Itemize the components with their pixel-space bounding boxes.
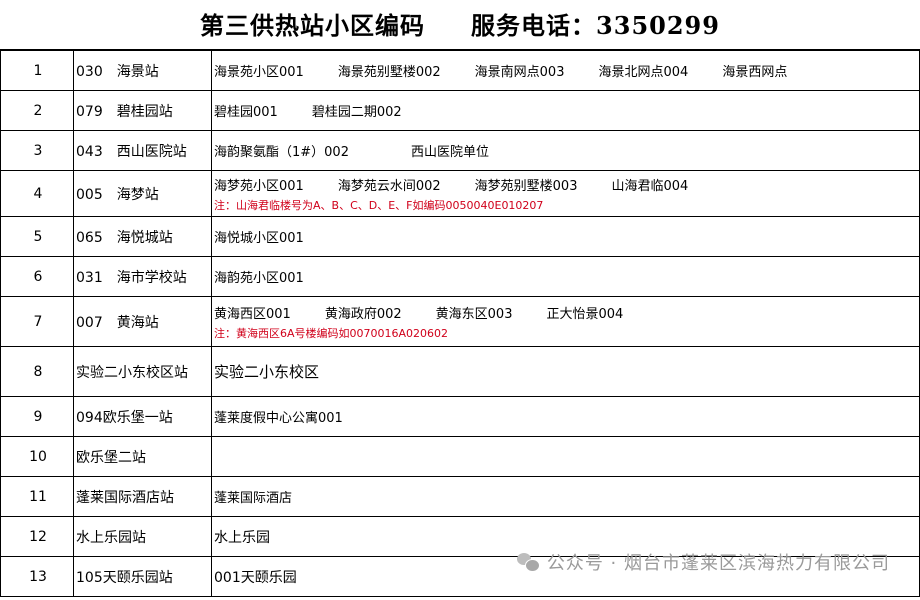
community-code: 海景苑小区001 xyxy=(214,65,304,80)
row-number: 4 xyxy=(0,170,74,217)
code-note: 注：黄海西区6A号楼编码如0070016A020602 xyxy=(214,326,449,340)
title-main: 第三供热站小区编码 xyxy=(200,11,426,40)
community-code: 黄海西区001 xyxy=(214,306,291,322)
community-code: 海景南网点003 xyxy=(474,65,565,80)
community-codes: 海梦苑小区001 海梦苑云水间002 海梦苑别墅楼003 山海君临004 注：山海君临楼… xyxy=(211,170,920,217)
station-name: 005 海梦站 xyxy=(73,170,212,217)
station-name: 030 海景站 xyxy=(73,50,212,91)
community-code: 水上乐园 xyxy=(214,529,270,546)
station-name: 实验二小东校区站 xyxy=(73,346,212,397)
station-name: 079 碧桂园站 xyxy=(73,90,212,131)
station-name: 蓬莱国际酒店站 xyxy=(73,476,212,517)
community-code: 海景北网点004 xyxy=(598,65,689,80)
community-code: 碧桂园001 xyxy=(214,105,278,120)
row-number: 10 xyxy=(0,436,74,477)
station-name: 043 西山医院站 xyxy=(73,130,212,171)
row-number: 13 xyxy=(0,556,74,597)
community-codes: 海悦城小区001 xyxy=(211,216,920,257)
watermark: 公众号 · 烟台市蓬莱区滨海热力有限公司 xyxy=(516,549,890,575)
table-row: 3 043 西山医院站 海韵聚氨酯（1#）002 西山医院单位 xyxy=(0,130,920,171)
table-row: 10 欧乐堡二站 xyxy=(0,436,920,477)
row-number: 3 xyxy=(0,130,74,171)
community-codes: 蓬莱国际酒店 xyxy=(211,476,920,517)
community-code: 海梦苑云水间002 xyxy=(337,178,441,194)
community-code: 黄海东区003 xyxy=(435,306,513,322)
community-code: 海梦苑别墅楼003 xyxy=(474,178,578,194)
table-row: 4 005 海梦站 海梦苑小区001 海梦苑云水间002 海梦苑别墅楼003 山海君临00… xyxy=(0,170,920,217)
community-code: 西山医院单位 xyxy=(410,145,489,160)
community-code: 海景苑别墅楼002 xyxy=(337,65,441,80)
table-row: 1 030 海景站 海景苑小区001 海景苑别墅楼002 海景南网点003 海景北网点00… xyxy=(0,50,920,91)
row-number: 5 xyxy=(0,216,74,257)
code-note: 注：山海君临楼号为A、B、C、D、E、F如编码0050040E010207 xyxy=(214,198,544,212)
community-codes: 碧桂园001 碧桂园二期002 xyxy=(211,90,920,131)
community-codes: 海韵聚氨酯（1#）002 西山医院单位 xyxy=(211,130,920,171)
row-number: 7 xyxy=(0,296,74,347)
station-name: 007 黄海站 xyxy=(73,296,212,347)
station-name: 065 海悦城站 xyxy=(73,216,212,257)
table-row: 9 094欧乐堡一站 蓬莱度假中心公寓001 xyxy=(0,396,920,437)
community-code: 海韵苑小区001 xyxy=(214,271,304,286)
community-code: 海梦苑小区001 xyxy=(214,178,304,194)
station-name: 031 海市学校站 xyxy=(73,256,212,297)
community-codes: 蓬莱度假中心公寓001 xyxy=(211,396,920,437)
community-codes: 黄海西区001 黄海政府002 黄海东区003 正大怡景004 注：黄海西区6A号楼编码… xyxy=(211,296,920,347)
community-code: 碧桂园二期002 xyxy=(311,105,402,120)
community-code: 蓬莱度假中心公寓001 xyxy=(214,411,343,426)
community-codes: 实验二小东校区 xyxy=(211,346,920,397)
row-number: 9 xyxy=(0,396,74,437)
title-phone: 服务电话：3350299 xyxy=(471,11,720,40)
community-code: 黄海政府002 xyxy=(324,306,402,322)
row-number: 11 xyxy=(0,476,74,517)
watermark-text: 公众号 · 烟台市蓬莱区滨海热力有限公司 xyxy=(546,553,890,574)
table-row: 6 031 海市学校站 海韵苑小区001 xyxy=(0,256,920,297)
row-number: 1 xyxy=(0,50,74,91)
community-code: 海景西网点 xyxy=(722,65,788,80)
table-row: 8 实验二小东校区站 实验二小东校区 xyxy=(0,346,920,397)
table-row: 5 065 海悦城站 海悦城小区001 xyxy=(0,216,920,257)
code-table: 1 030 海景站 海景苑小区001 海景苑别墅楼002 海景南网点003 海景北网点00… xyxy=(0,50,920,597)
table-row: 11 蓬莱国际酒店站 蓬莱国际酒店 xyxy=(0,476,920,517)
row-number: 2 xyxy=(0,90,74,131)
community-code: 海韵聚氨酯（1#）002 xyxy=(214,145,349,160)
table-row: 7 007 黄海站 黄海西区001 黄海政府002 黄海东区003 正大怡景004 注：黄海… xyxy=(0,296,920,347)
station-name: 水上乐园站 xyxy=(73,516,212,557)
row-number: 12 xyxy=(0,516,74,557)
community-code: 蓬莱国际酒店 xyxy=(214,491,293,506)
station-name: 105天颐乐园站 xyxy=(73,556,212,597)
community-codes xyxy=(211,436,920,477)
community-code: 山海君临004 xyxy=(611,178,689,194)
station-name: 094欧乐堡一站 xyxy=(73,396,212,437)
community-code: 海悦城小区001 xyxy=(214,231,304,246)
table-row: 2 079 碧桂园站 碧桂园001 碧桂园二期002 xyxy=(0,90,920,131)
community-code: 001天颐乐园 xyxy=(214,569,297,586)
row-number: 8 xyxy=(0,346,74,397)
community-code: 实验二小东校区 xyxy=(214,363,320,381)
community-codes: 海景苑小区001 海景苑别墅楼002 海景南网点003 海景北网点004 海景西网点 xyxy=(211,50,920,91)
community-codes: 海韵苑小区001 xyxy=(211,256,920,297)
page-title: 第三供热站小区编码 服务电话：3350299 xyxy=(0,0,920,50)
station-name: 欧乐堡二站 xyxy=(73,436,212,477)
row-number: 6 xyxy=(0,256,74,297)
community-code: 正大怡景004 xyxy=(546,306,624,322)
wechat-icon xyxy=(516,553,540,572)
